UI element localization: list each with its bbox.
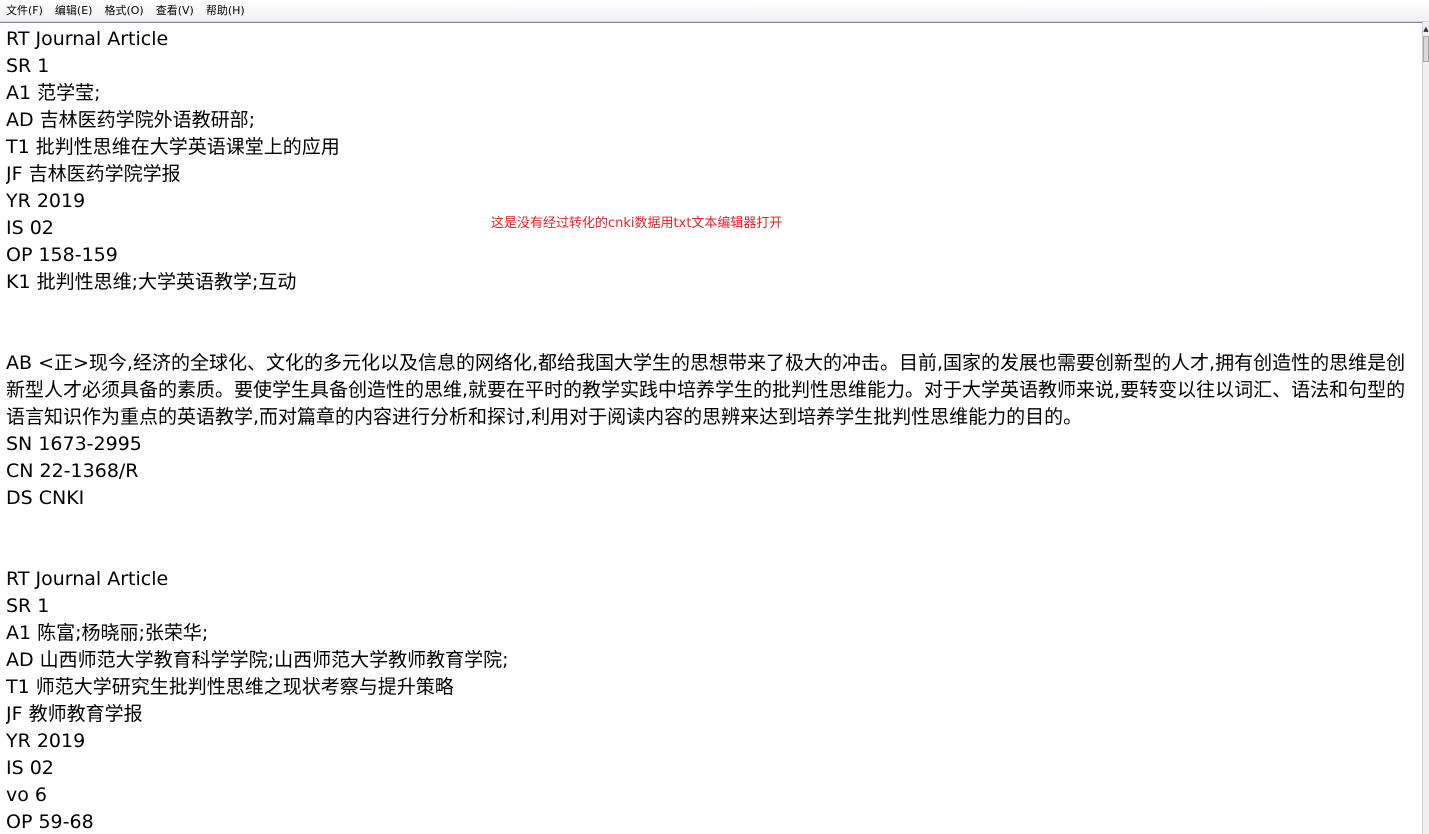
scroll-up-arrow-icon[interactable]: ▲ [1423, 24, 1429, 34]
text-line [6, 539, 1416, 566]
text-line: vo 6 [6, 784, 47, 806]
text-line: T1 师范大学研究生批判性思维之现状考察与提升策略 [6, 676, 454, 698]
text-line: OP 59-68 [6, 811, 94, 833]
menu-file[interactable]: 文件(F) [0, 1, 49, 21]
vertical-scrollbar[interactable]: ▲ [1422, 22, 1429, 834]
text-line: RT Journal Article [6, 28, 169, 50]
text-content[interactable]: RT Journal Article SR 1 A1 范学莹; AD 吉林医药学… [6, 26, 1416, 834]
text-line: K1 批判性思维;大学英语教学;互动 [6, 271, 297, 293]
menu-bar: 文件(F) 编辑(E) 格式(O) 查看(V) 帮助(H) [0, 0, 1429, 22]
text-line: JF 吉林医药学院学报 [6, 163, 181, 185]
text-line: SN 1673-2995 [6, 433, 142, 455]
text-line: OP 158-159 [6, 244, 118, 266]
text-line [6, 296, 1416, 323]
text-line [6, 512, 1416, 539]
text-line: YR 2019 [6, 190, 86, 212]
menu-format[interactable]: 格式(O) [98, 1, 149, 21]
menu-help[interactable]: 帮助(H) [200, 1, 251, 21]
annotation-note: 这是没有经过转化的cnki数据用txt文本编辑器打开 [491, 216, 783, 231]
menu-view[interactable]: 查看(V) [150, 1, 200, 21]
text-line: CN 22-1368/R [6, 460, 139, 482]
text-line: DS CNKI [6, 487, 85, 509]
scroll-thumb[interactable] [1423, 36, 1429, 62]
text-editor[interactable]: RT Journal Article SR 1 A1 范学莹; AD 吉林医药学… [0, 22, 1422, 834]
text-line: SR 1 [6, 55, 50, 77]
text-line: T1 批判性思维在大学英语课堂上的应用 [6, 136, 340, 158]
text-line: RT Journal Article [6, 568, 169, 590]
text-line: A1 范学莹; [6, 82, 101, 104]
text-line: A1 陈富;杨晓丽;张荣华; [6, 622, 209, 644]
text-line: AD 山西师范大学教育科学学院;山西师范大学教师教育学院; [6, 649, 509, 671]
text-line [6, 323, 1416, 350]
text-line: AD 吉林医药学院外语教研部; [6, 109, 256, 131]
abstract-line: AB <正>现今,经济的全球化、文化的多元化以及信息的网络化,都给我国大学生的思… [6, 352, 1406, 428]
text-line: JF 教师教育学报 [6, 703, 143, 725]
text-line: SR 1 [6, 595, 50, 617]
menu-edit[interactable]: 编辑(E) [49, 1, 99, 21]
text-line: IS 02 [6, 757, 54, 779]
text-line: YR 2019 [6, 730, 86, 752]
